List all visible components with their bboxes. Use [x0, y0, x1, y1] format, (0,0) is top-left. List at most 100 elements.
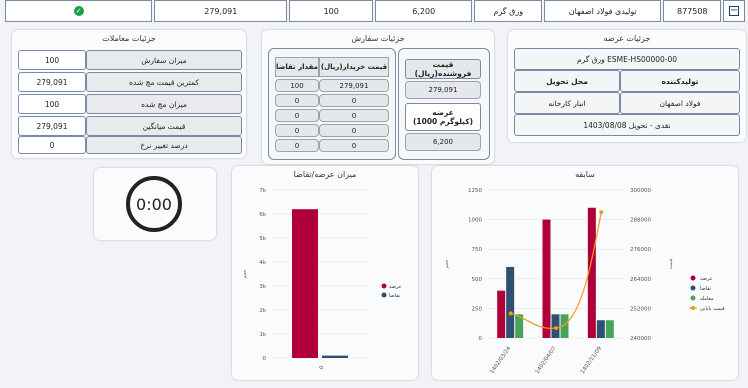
legend-marker: [381, 283, 387, 289]
buy-price-cell: 0: [319, 109, 389, 122]
top-cell-demand: 100: [289, 0, 373, 22]
check-icon: ✓: [73, 6, 84, 16]
place-label: محل تحویل: [514, 70, 620, 92]
y-tick-label: 0: [263, 356, 267, 362]
trade-label: میزان مچ شده: [86, 94, 242, 114]
legend-label: قیمت پایانی: [700, 306, 725, 312]
y2-tick-label: 276000: [630, 247, 651, 253]
trade-details-panel: جزئیات معاملات میزان سفارش 100 کمترین قی…: [12, 30, 246, 158]
y-axis-label: حجم: [445, 259, 450, 268]
demand-cell: 0: [275, 94, 319, 107]
top-cell-product: ورق گرم: [474, 0, 543, 22]
bar-demand: [322, 355, 348, 358]
collapse-icon: −: [729, 5, 740, 16]
trade-value: 100: [18, 94, 86, 114]
trade-value: 100: [18, 50, 86, 70]
trade-label: میزان سفارش: [86, 50, 242, 70]
legend-marker: [381, 292, 387, 298]
legend-marker: [690, 275, 696, 281]
y-tick-label: 4k: [259, 260, 266, 266]
supply-demand-chart-title: میزان عرضه/تقاضا: [293, 170, 357, 179]
y-tick-label: 1250: [468, 188, 482, 194]
top-cell-supply: 6,200: [374, 0, 473, 22]
trade-label: کمترین قیمت مچ شده: [86, 72, 242, 92]
y-tick-label: 6k: [259, 212, 266, 218]
bar-demand: [596, 320, 605, 338]
top-bar: − 877508 تولیدی فولاد اصفهان ورق گرم 6,2…: [3, 0, 745, 22]
y-tick-label: 5k: [259, 236, 266, 242]
y-tick-label: 250: [472, 306, 483, 312]
legend-label: عرضه: [700, 276, 713, 282]
buy-price-header: قیمت خریدار(ریال): [319, 57, 389, 77]
producer-value: فولاد اصفهان: [620, 92, 740, 114]
y-tick-label: 7k: [259, 188, 266, 194]
legend-marker: [691, 306, 695, 310]
legend-marker: [690, 295, 696, 301]
bar-supply: [542, 219, 551, 338]
demand-header: مقدار تقاضا: [275, 57, 319, 77]
top-cell-code: 877508: [663, 0, 722, 22]
supply-label: عرضه (1000 کیلوگرم): [405, 103, 481, 131]
legend-label: تقاضا: [700, 286, 712, 292]
price-point: [599, 210, 604, 215]
buy-price-cell: 0: [319, 124, 389, 137]
x-tick-label: 0: [319, 365, 326, 371]
top-cell-price: 279,091: [154, 0, 288, 22]
order-details-title: جزئیات سفارش: [351, 34, 405, 43]
supply-demand-chart: 0 1k 2k 3k 4k 5k 6k 7k حجم 0 عرضه تقاضا: [243, 188, 402, 371]
timer-panel: 0:00: [94, 168, 216, 240]
x-tick-label: 1402/04/07: [535, 345, 558, 375]
history-chart-title: سابقه: [575, 170, 595, 179]
trade-value: 0: [18, 136, 86, 154]
payment-terms: نقدی - تحویل 1403/08/08: [514, 114, 740, 136]
supply-demand-chart-panel: میزان عرضه/تقاضا 0 1k 2k 3k 4k 5k 6k 7k حجم 0 عرضه…: [232, 166, 418, 380]
y-tick-label: 2k: [259, 308, 266, 314]
y2-axis-label: قیمت: [669, 259, 674, 270]
legend-label: معامله: [700, 296, 714, 302]
y-tick-label: 0: [479, 336, 483, 342]
legend-marker: [690, 285, 696, 291]
y2-tick-label: 288000: [630, 218, 651, 224]
y2-tick-label: 264000: [630, 277, 651, 283]
order-details-panel: جزئیات سفارش قیمت فروشنده(ریال) 279,091 …: [262, 30, 494, 164]
top-cell-producer: تولیدی فولاد اصفهان: [544, 0, 662, 22]
seller-price-label: قیمت فروشنده(ریال): [405, 59, 481, 79]
top-cell-status: ✓: [4, 0, 153, 22]
bar-supply: [497, 290, 506, 338]
expand-button[interactable]: −: [723, 0, 745, 22]
buy-price-cell: 279,091: [319, 79, 389, 92]
legend-label: تقاضا: [389, 293, 401, 299]
price-point: [554, 326, 558, 331]
y2-tick-label: 300000: [630, 188, 651, 194]
y2-tick-label: 252000: [630, 306, 651, 312]
y-tick-label: 1k: [259, 332, 266, 338]
demand-cell: 100: [275, 79, 319, 92]
producer-label: تولیدکننده: [620, 70, 740, 92]
y-tick-label: 500: [472, 277, 483, 283]
trade-label: قیمت میانگین: [86, 116, 242, 136]
x-tick-label: 1402/11/09: [580, 345, 603, 375]
buy-price-cell: 0: [319, 139, 389, 152]
y-tick-label: 3k: [259, 284, 266, 290]
y-tick-label: 750: [472, 247, 483, 253]
bar-trade: [605, 320, 614, 338]
offer-details-panel: جزئیات عرضه ورق گرم ESME-HS00000-00 تولی…: [508, 30, 746, 142]
y2-tick-label: 240000: [630, 336, 651, 342]
price-line: [510, 212, 602, 329]
offer-code: ورق گرم ESME-HS00000-00: [514, 48, 740, 70]
demand-cell: 0: [275, 109, 319, 122]
supply-value: 6,200: [405, 133, 481, 151]
bar-supply: [292, 209, 318, 358]
offer-details-title: جزئیات عرضه: [603, 34, 651, 43]
trade-label: درصد تغییر نرخ: [86, 136, 242, 154]
history-chart: 0 250 500 750 1000 1250 240000 252000 264000 2760…: [445, 188, 725, 375]
y-axis-label: حجم: [243, 269, 248, 278]
trade-details-title: جزئیات معاملات: [102, 34, 156, 43]
bar-demand: [551, 314, 560, 338]
y-tick-label: 1000: [468, 218, 482, 224]
seller-price-value: 279,091: [405, 81, 481, 99]
buy-price-cell: 0: [319, 94, 389, 107]
history-chart-panel: سابقه 0 250 500 750 1000 1250 240000 252000 2640…: [432, 166, 738, 380]
demand-cell: 0: [275, 124, 319, 137]
buyer-section: قیمت خریدار(ریال) مقدار تقاضا 279,091 10…: [268, 48, 396, 160]
